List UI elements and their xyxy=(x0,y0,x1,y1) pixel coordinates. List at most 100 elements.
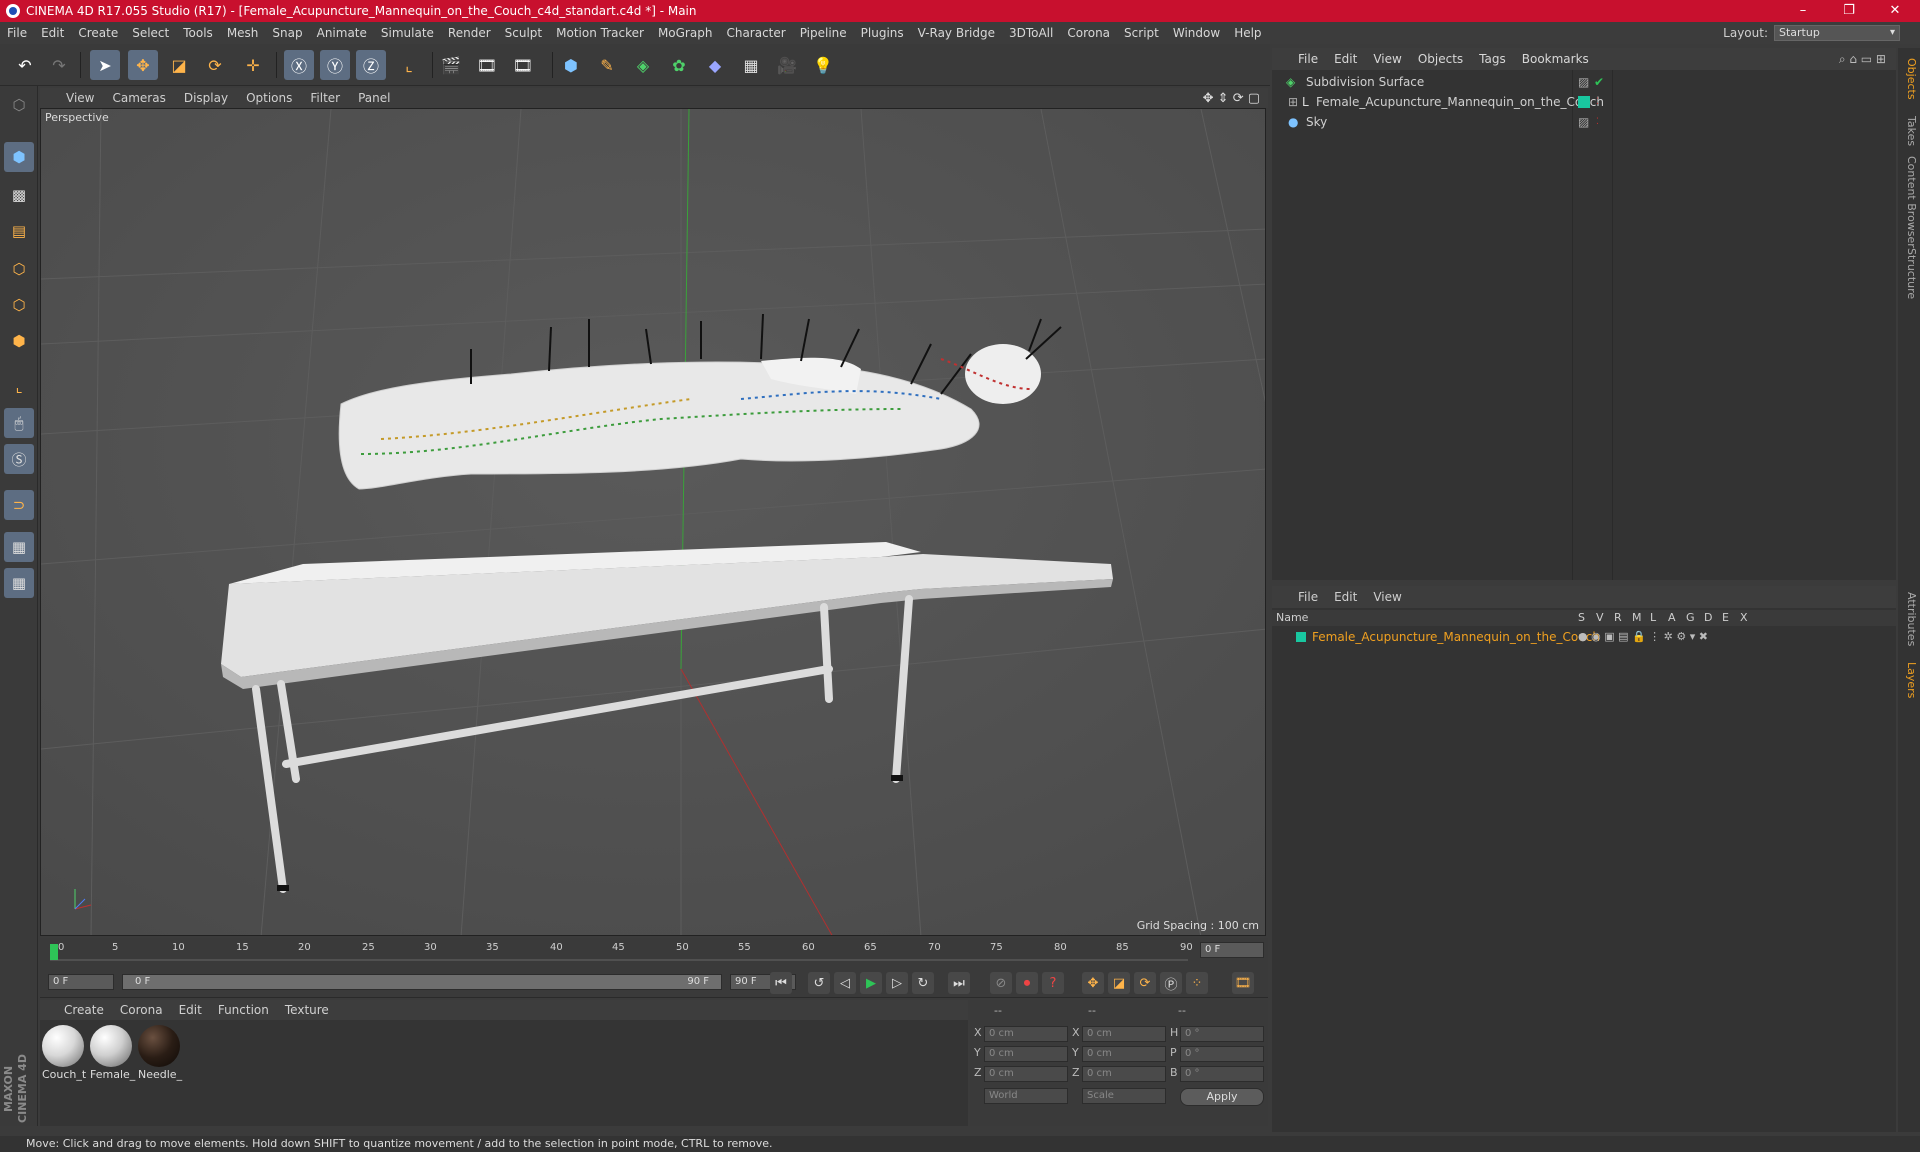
obj-menu-tags[interactable]: Tags xyxy=(1471,52,1514,66)
workplane-lock-icon[interactable]: ▦ xyxy=(4,532,34,562)
menu-edit[interactable]: Edit xyxy=(34,26,71,40)
menu-file[interactable]: File xyxy=(0,26,34,40)
viewport-menu-panel[interactable]: Panel xyxy=(349,91,399,105)
points-mode-icon[interactable]: ⬡ xyxy=(4,254,34,284)
visibility-toggle-icon[interactable]: ▨ xyxy=(1578,112,1589,132)
x-axis-icon[interactable]: Ⓧ xyxy=(284,50,314,80)
minimize-button[interactable]: – xyxy=(1780,0,1826,22)
axis-mode-icon[interactable]: ⌞ xyxy=(4,372,34,402)
enabled-check-icon[interactable]: ✔ xyxy=(1594,72,1604,92)
spline-pen-icon[interactable]: ✎ xyxy=(592,50,622,80)
layout-dropdown[interactable]: Startup xyxy=(1774,25,1900,41)
snap-icon[interactable]: ⊃ xyxy=(4,490,34,520)
layer-menu-file[interactable]: File xyxy=(1290,590,1326,604)
menu-script[interactable]: Script xyxy=(1117,26,1166,40)
menu-corona[interactable]: Corona xyxy=(1060,26,1117,40)
obj-menu-bookmarks[interactable]: Bookmarks xyxy=(1514,52,1597,66)
frame-range-slider[interactable]: 0 F 90 F xyxy=(122,974,722,990)
render-settings-icon[interactable]: 🎞 xyxy=(508,50,538,80)
polygons-mode-icon[interactable]: ⬢ xyxy=(4,326,34,356)
goto-start-icon[interactable]: ⏮ xyxy=(770,972,792,994)
undo-icon[interactable]: ↶ xyxy=(10,50,40,80)
menu-tools[interactable]: Tools xyxy=(176,26,220,40)
timeline-ruler[interactable]: 0 5 10 15 20 25 30 35 40 45 50 55 60 65 … xyxy=(40,938,1268,966)
subdivision-surface-icon[interactable]: ◈ xyxy=(628,50,658,80)
size-mode-dropdown[interactable]: Scale xyxy=(1082,1088,1166,1104)
camera-icon[interactable]: 🎥 xyxy=(772,50,802,80)
menu-mograph[interactable]: MoGraph xyxy=(651,26,720,40)
tab-structure[interactable]: Structure xyxy=(1900,244,1918,303)
prev-frame-icon[interactable]: ◁ xyxy=(834,972,856,994)
obj-manager-search-icon[interactable]: ⌕ ⌂ ▭ ⊞ xyxy=(1839,52,1886,67)
visibility-dots-icon[interactable]: ⁚ xyxy=(1596,112,1599,132)
object-row-mannequin[interactable]: ⊞ L Female_Acupuncture_Mannequin_on_the_… xyxy=(1272,92,1896,112)
array-icon[interactable]: ✿ xyxy=(664,50,694,80)
tab-takes[interactable]: Takes xyxy=(1900,112,1918,150)
solo-mode-icon[interactable]: Ⓢ xyxy=(4,444,34,474)
render-picture-viewer-icon[interactable]: 🎞 xyxy=(472,50,502,80)
object-row-subdivision-surface[interactable]: ◈ Subdivision Surface ▨ ✔ xyxy=(1272,72,1896,92)
scale-tool-icon[interactable]: ◪ xyxy=(164,50,194,80)
make-editable-icon[interactable]: ⬡ xyxy=(4,90,34,120)
playhead[interactable] xyxy=(50,944,58,960)
planar-workplane-icon[interactable]: ▦ xyxy=(4,568,34,598)
tab-content-browser[interactable]: Content Browser xyxy=(1900,152,1918,252)
menu-character[interactable]: Character xyxy=(719,26,792,40)
rotation-h-field[interactable]: 0 ° xyxy=(1180,1026,1264,1042)
maximize-button[interactable]: ❐ xyxy=(1826,0,1872,22)
layer-color-swatch[interactable] xyxy=(1296,632,1306,642)
key-rotation-icon[interactable]: ⟳ xyxy=(1134,972,1156,994)
menu-vray-bridge[interactable]: V-Ray Bridge xyxy=(911,26,1002,40)
deformer-icon[interactable]: ◆ xyxy=(700,50,730,80)
mat-menu-function[interactable]: Function xyxy=(210,1003,277,1017)
key-scale-icon[interactable]: ◪ xyxy=(1108,972,1130,994)
move-tool-icon[interactable]: ✥ xyxy=(128,50,158,80)
tab-objects[interactable]: Objects xyxy=(1900,54,1918,104)
menu-motion-tracker[interactable]: Motion Tracker xyxy=(549,26,651,40)
menu-snap[interactable]: Snap xyxy=(265,26,309,40)
world-coordinates-icon[interactable]: ⌞ xyxy=(394,50,424,80)
menu-sculpt[interactable]: Sculpt xyxy=(498,26,549,40)
menu-3dtoall[interactable]: 3DToAll xyxy=(1002,26,1060,40)
visibility-toggle-icon[interactable]: ▨ xyxy=(1578,72,1589,92)
position-z-field[interactable]: 0 cm xyxy=(984,1066,1068,1082)
size-y-field[interactable]: 0 cm xyxy=(1082,1046,1166,1062)
visibility-dots-icon[interactable]: ⁚ xyxy=(1596,92,1599,112)
next-key-icon[interactable]: ↻ xyxy=(912,972,934,994)
menu-pipeline[interactable]: Pipeline xyxy=(793,26,854,40)
material-needle[interactable]: Needle_ xyxy=(138,1025,182,1081)
size-x-field[interactable]: 0 cm xyxy=(1082,1026,1166,1042)
mat-menu-create[interactable]: Create xyxy=(40,1003,112,1017)
menu-render[interactable]: Render xyxy=(441,26,498,40)
tab-attributes[interactable]: Attributes xyxy=(1900,588,1918,650)
coordinate-system-dropdown[interactable]: World xyxy=(984,1088,1068,1104)
next-frame-icon[interactable]: ▷ xyxy=(886,972,908,994)
key-position-icon[interactable]: ✥ xyxy=(1082,972,1104,994)
key-pla-icon[interactable]: ⁘ xyxy=(1186,972,1208,994)
timeline-window-icon[interactable]: 🎞 xyxy=(1232,972,1254,994)
start-frame-field[interactable]: 0 F xyxy=(48,974,114,990)
key-parameter-icon[interactable]: Ⓟ xyxy=(1160,972,1182,994)
goto-end-icon[interactable]: ⏭ xyxy=(948,972,970,994)
layer-row[interactable]: Female_Acupuncture_Mannequin_on_the_Couc… xyxy=(1272,628,1896,646)
rotation-p-field[interactable]: 0 ° xyxy=(1180,1046,1264,1062)
texture-mode-icon[interactable]: ▩ xyxy=(4,180,34,210)
obj-menu-objects[interactable]: Objects xyxy=(1410,52,1471,66)
redo-icon[interactable]: ↷ xyxy=(44,50,74,80)
light-icon[interactable]: 💡 xyxy=(808,50,838,80)
menu-window[interactable]: Window xyxy=(1166,26,1227,40)
material-couch[interactable]: Couch_t xyxy=(42,1025,86,1081)
rotate-tool-icon[interactable]: ⟳ xyxy=(200,50,230,80)
position-x-field[interactable]: 0 cm xyxy=(984,1026,1068,1042)
select-tool-icon[interactable]: ➤ xyxy=(90,50,120,80)
material-female[interactable]: Female_ xyxy=(90,1025,135,1081)
z-axis-icon[interactable]: Ⓩ xyxy=(356,50,386,80)
prev-key-icon[interactable]: ↺ xyxy=(808,972,830,994)
obj-menu-file[interactable]: File xyxy=(1290,52,1326,66)
menu-plugins[interactable]: Plugins xyxy=(854,26,911,40)
render-view-icon[interactable]: 🎬 xyxy=(436,50,466,80)
viewport-menu-display[interactable]: Display xyxy=(175,91,237,105)
floor-icon[interactable]: ▦ xyxy=(736,50,766,80)
menu-help[interactable]: Help xyxy=(1227,26,1268,40)
expand-icon[interactable]: ⊞ xyxy=(1288,92,1298,112)
